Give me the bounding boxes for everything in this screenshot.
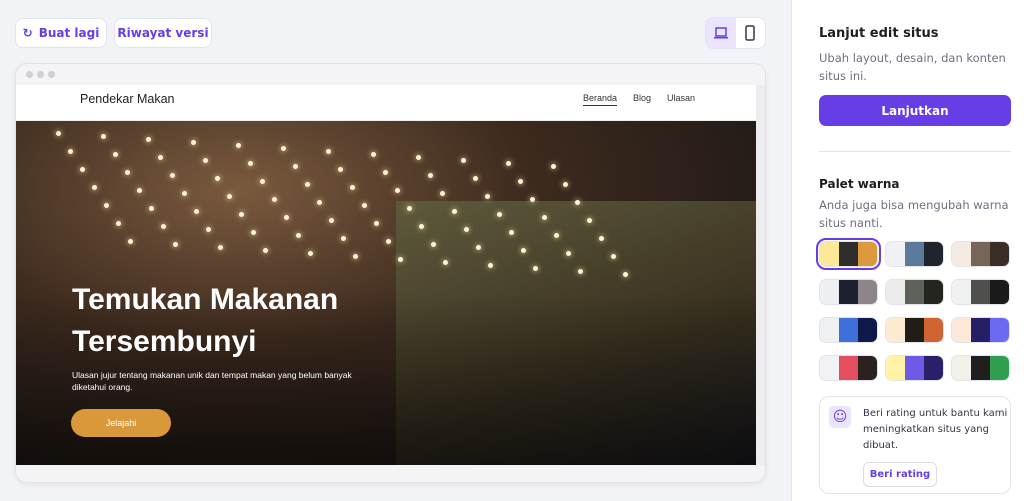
hero-subtitle: Ulasan jujur tentang makanan unik dan te… — [72, 370, 352, 392]
divider — [819, 151, 1011, 152]
palette-title: Palet warna — [819, 177, 900, 191]
site-brand: Pendekar Makan — [80, 92, 175, 106]
desktop-view-button[interactable] — [706, 18, 736, 48]
phone-icon — [745, 25, 755, 41]
regenerate-button[interactable]: ↻ Buat lagi — [15, 18, 107, 48]
hero-section: Temukan Makanan Tersembunyi Ulasan jujur… — [16, 121, 756, 465]
panel-title: Lanjut edit situs — [819, 26, 939, 41]
palette-swatch[interactable] — [819, 317, 878, 343]
refresh-icon: ↻ — [22, 26, 33, 40]
rate-button[interactable]: Beri rating — [863, 462, 937, 487]
continue-button[interactable]: Lanjutkan — [819, 95, 1011, 126]
palette-swatch[interactable] — [819, 279, 878, 305]
palette-swatch[interactable] — [819, 355, 878, 381]
palette-swatch[interactable] — [885, 355, 944, 381]
site-preview: Pendekar Makan Beranda Blog Ulasan Temuk… — [16, 85, 756, 465]
rating-text: Beri rating untuk bantu kami meningkatka… — [863, 408, 1008, 451]
nav-link-beranda[interactable]: Beranda — [583, 93, 618, 106]
palette-swatch[interactable] — [816, 238, 881, 270]
site-navbar: Pendekar Makan Beranda Blog Ulasan — [16, 85, 756, 121]
palette-swatch[interactable] — [885, 241, 944, 267]
palette-swatch[interactable] — [951, 241, 1010, 267]
palette-grid — [816, 238, 1010, 381]
panel-description: Ubah layout, desain, dan konten situs in… — [819, 51, 1006, 83]
hero-title: Temukan Makanan Tersembunyi — [72, 283, 339, 358]
window-dots — [26, 71, 55, 78]
laptop-icon — [713, 27, 728, 39]
version-history-button[interactable]: Riwayat versi — [114, 18, 212, 48]
mobile-view-button[interactable] — [736, 18, 766, 48]
side-panel: Lanjut edit situs Ubah layout, desain, d… — [791, 0, 1024, 501]
palette-swatch[interactable] — [885, 279, 944, 305]
palette-swatch[interactable] — [951, 355, 1010, 381]
smiley-icon: ☺ — [829, 406, 851, 428]
nav-link-ulasan[interactable]: Ulasan — [667, 93, 695, 106]
nav-link-blog[interactable]: Blog — [633, 93, 651, 106]
palette-swatch[interactable] — [951, 317, 1010, 343]
device-toggle — [705, 17, 766, 49]
palette-swatch[interactable] — [885, 317, 944, 343]
site-preview-frame: Pendekar Makan Beranda Blog Ulasan Temuk… — [15, 63, 766, 483]
palette-swatch[interactable] — [951, 279, 1010, 305]
rating-card: ☺ Beri rating untuk bantu kami meningkat… — [819, 396, 1011, 494]
explore-button[interactable]: Jelajahi — [71, 409, 171, 437]
preview-scrollbar[interactable] — [756, 85, 765, 465]
palette-description: Anda juga bisa mengubah warna situs nant… — [819, 198, 1009, 230]
